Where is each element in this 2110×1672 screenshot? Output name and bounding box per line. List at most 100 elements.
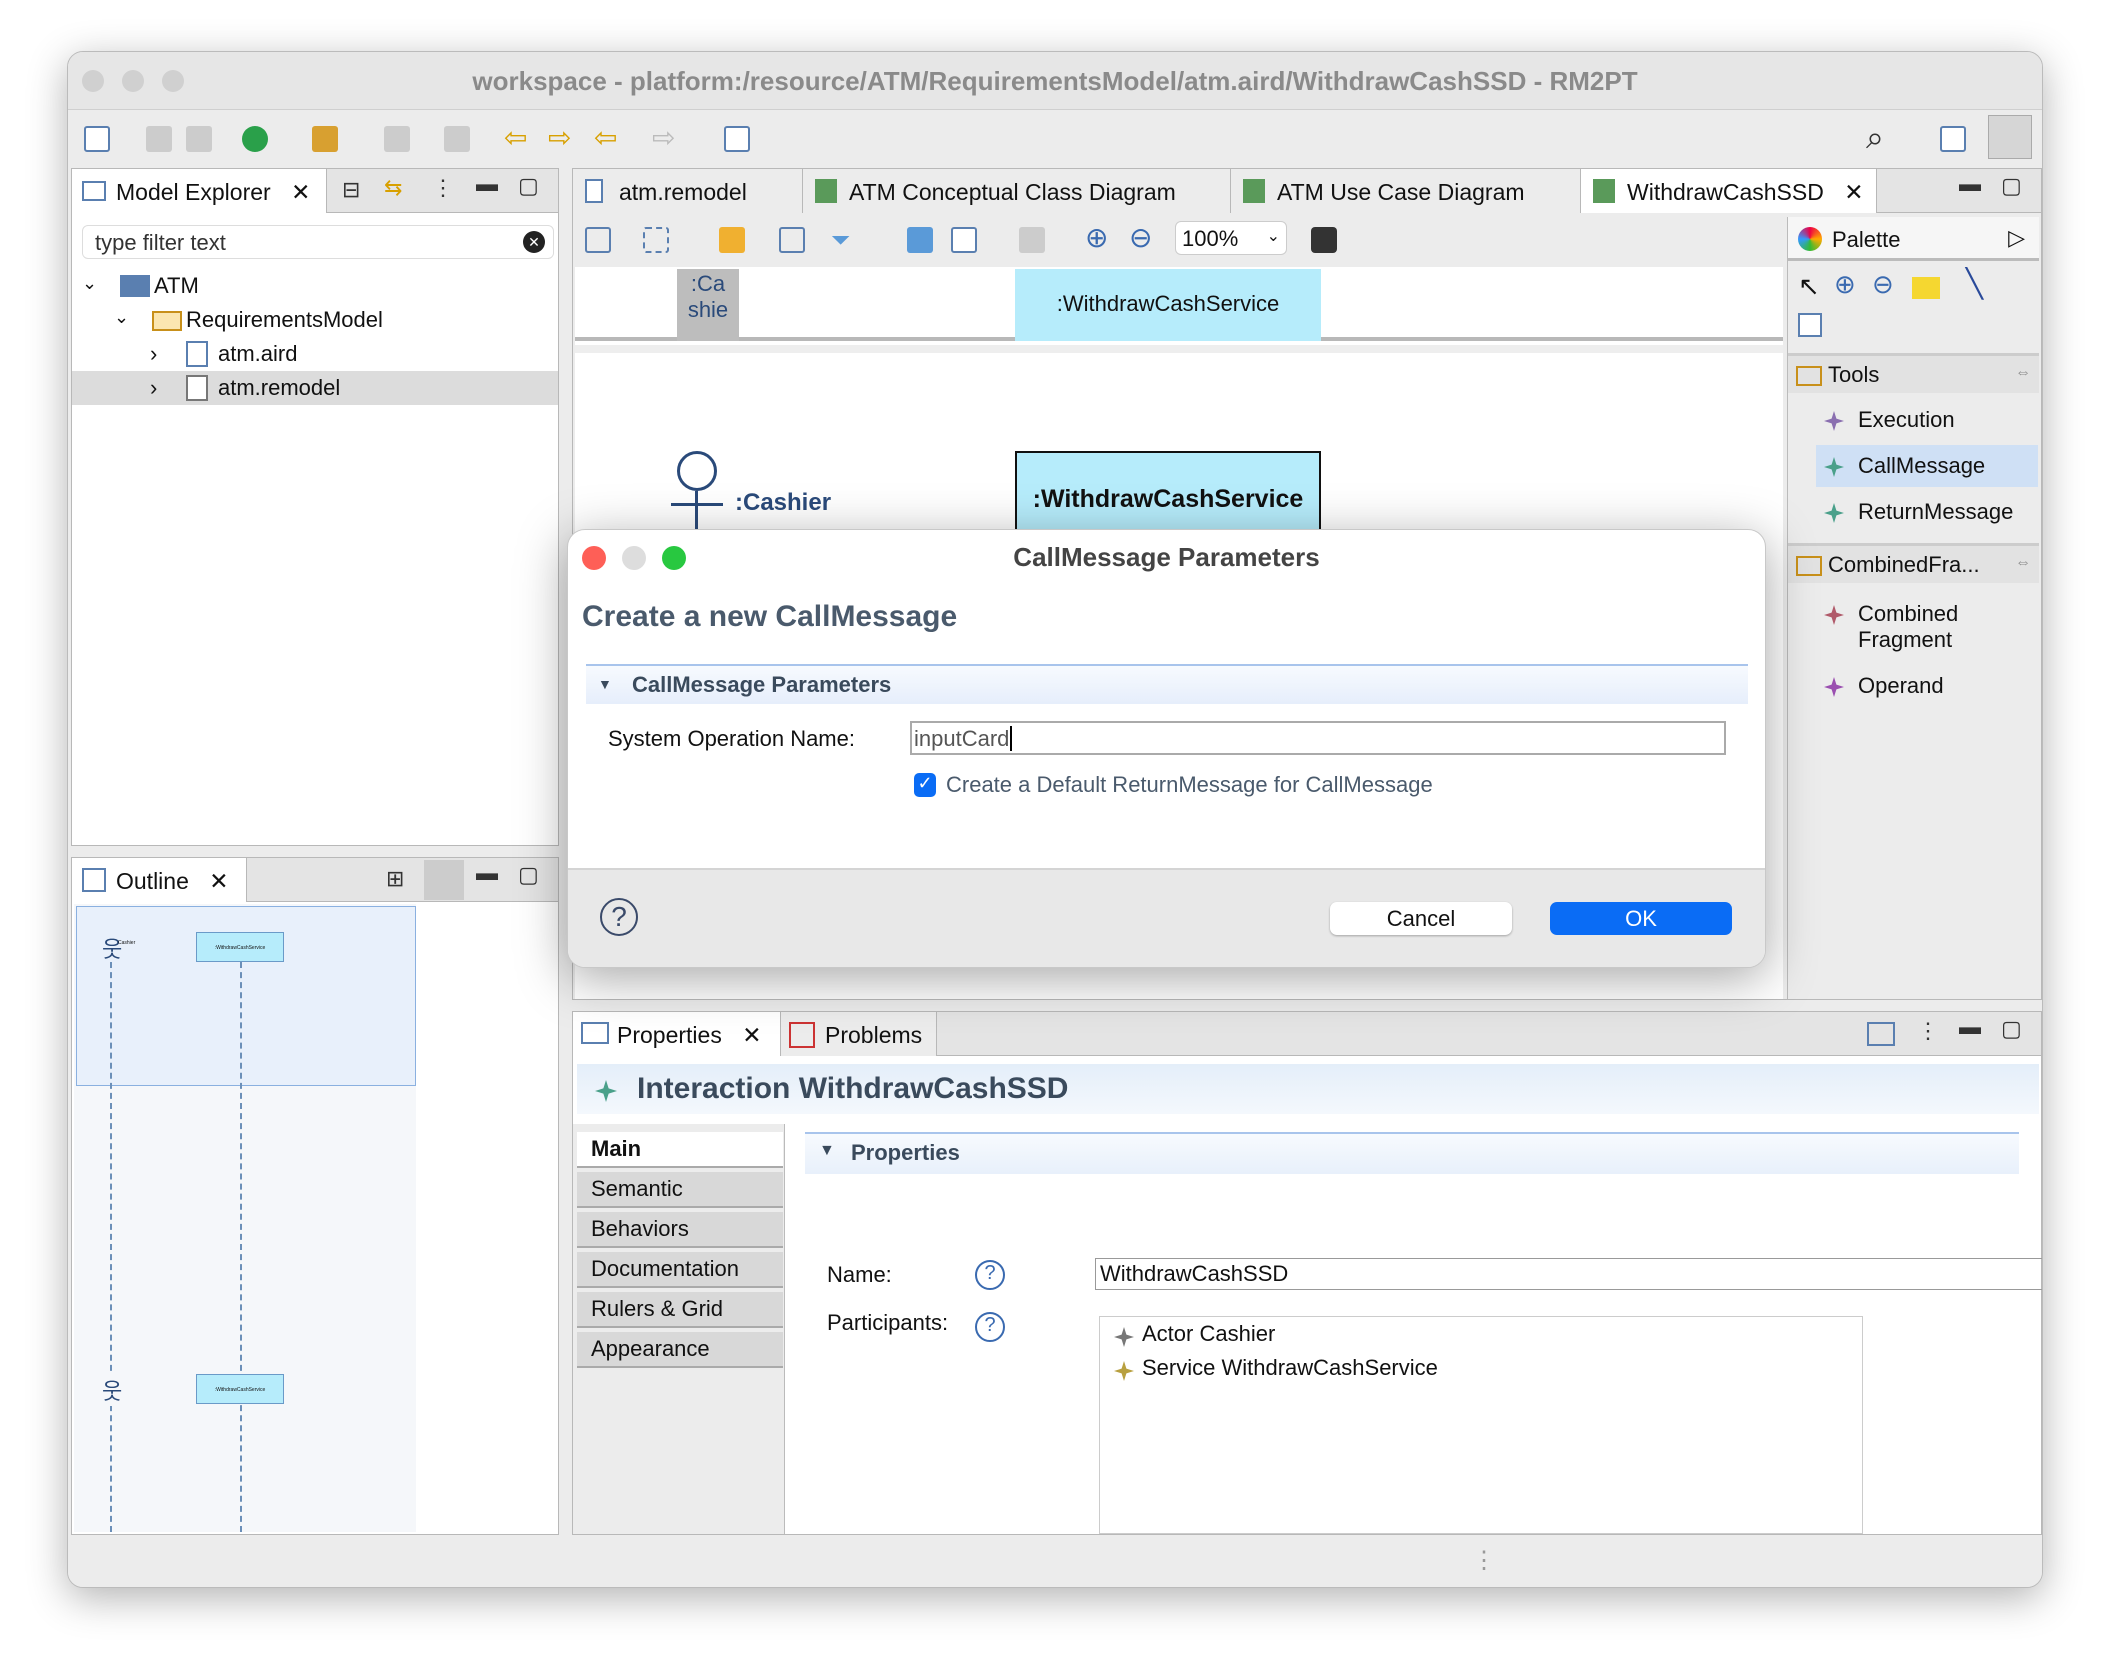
palette-item-combined-fragment[interactable]: Combined Fragment <box>1788 593 2008 653</box>
side-tab-appearance[interactable]: Appearance <box>577 1332 783 1368</box>
zoom-out-tool-icon[interactable]: ⊖ <box>1872 269 1894 300</box>
maximize-icon[interactable]: ▢ <box>518 862 539 888</box>
tab-model-explorer[interactable]: Model Explorer ✕ <box>72 169 327 213</box>
side-tab-documentation[interactable]: Documentation <box>577 1252 783 1288</box>
zoom-in-icon[interactable]: ⊕ <box>1085 221 1108 254</box>
participant-item[interactable]: Service WithdrawCashService <box>1112 1355 1438 1381</box>
collapse-all-icon[interactable]: ⊟ <box>342 177 360 203</box>
export-icon[interactable] <box>444 126 470 152</box>
edit-icon[interactable] <box>951 227 977 253</box>
tab-atm-use-case-diagram[interactable]: ATM Use Case Diagram <box>1231 169 1581 213</box>
back-icon[interactable]: ⇦ <box>504 121 530 153</box>
close-icon[interactable]: ✕ <box>209 868 228 894</box>
palette-group-combinedfragment[interactable]: CombinedFra... ⇔ <box>1788 543 2039 583</box>
close-icon[interactable]: ✕ <box>291 179 310 205</box>
tree-item-atm-aird[interactable]: › atm.aird <box>72 337 558 371</box>
perspective-icon[interactable] <box>1940 126 1966 152</box>
palette-item-operand[interactable]: Operand <box>1788 665 2039 707</box>
ok-button[interactable]: OK <box>1550 902 1732 935</box>
properties-section[interactable]: ▼ Properties <box>805 1132 2019 1174</box>
maximize-icon[interactable]: ▢ <box>2001 173 2022 199</box>
side-tab-semantic[interactable]: Semantic <box>577 1172 783 1208</box>
side-tab-rulers-grid[interactable]: Rulers & Grid <box>577 1292 783 1328</box>
minimize-icon[interactable]: ▬ <box>476 171 498 197</box>
import-icon[interactable] <box>384 126 410 152</box>
filter-icon[interactable]: ⏷ <box>831 227 857 254</box>
palette-item-callmessage[interactable]: CallMessage <box>1816 445 2038 487</box>
help-icon[interactable]: ? <box>975 1312 1005 1342</box>
palette-item-returnmessage[interactable]: ReturnMessage <box>1788 491 2039 533</box>
system-operation-name-input[interactable]: inputCard <box>910 721 1726 755</box>
overview-icon[interactable] <box>424 860 464 900</box>
tree-view-icon[interactable]: ⊞ <box>386 866 404 892</box>
tab-atm-remodel[interactable]: atm.remodel <box>573 169 803 213</box>
cancel-button[interactable]: Cancel <box>1330 902 1512 935</box>
zoom-out-icon[interactable]: ⊖ <box>1129 221 1152 254</box>
arrange-icon[interactable] <box>585 227 611 253</box>
name-input[interactable]: WithdrawCashSSD <box>1095 1258 2042 1290</box>
participants-list[interactable]: Actor Cashier Service WithdrawCashServic… <box>1099 1316 1863 1534</box>
header-actor[interactable]: :Ca shie <box>677 269 739 341</box>
paste-icon[interactable] <box>1019 227 1045 253</box>
view-menu-icon[interactable]: ⋮ <box>1917 1018 1939 1044</box>
nav-forward-icon[interactable]: ⇨ <box>652 121 678 153</box>
note-tool-icon[interactable] <box>1912 277 1940 299</box>
side-tab-behaviors[interactable]: Behaviors <box>577 1212 783 1248</box>
save-icon[interactable] <box>146 126 172 152</box>
pin-icon[interactable]: ⇔ <box>2015 364 2031 382</box>
search-icon[interactable]: ⌕ <box>1866 119 1884 157</box>
tree-item-requirementsmodel[interactable]: ⌄ RequirementsModel <box>72 303 558 337</box>
minimize-icon[interactable]: ▬ <box>1959 1014 1981 1040</box>
pin-view-icon[interactable] <box>1867 1022 1895 1046</box>
open-icon[interactable] <box>724 126 750 152</box>
pointer-tool-icon[interactable]: ↖ <box>1798 271 1820 302</box>
checkbox-label[interactable]: Create a Default ReturnMessage for CallM… <box>946 772 1433 798</box>
maximize-icon[interactable]: ▢ <box>518 173 539 199</box>
palette-group-tools[interactable]: Tools ⇔ <box>1788 353 2039 393</box>
refresh-icon[interactable] <box>719 227 745 253</box>
chevron-down-icon[interactable]: ⌄ <box>82 273 97 294</box>
filter-input[interactable]: type filter text ✕ <box>82 225 554 259</box>
view-menu-icon[interactable]: ⋮ <box>432 175 454 201</box>
layers-icon[interactable] <box>779 227 805 253</box>
select-icon[interactable] <box>643 227 669 253</box>
minimize-icon[interactable]: ▬ <box>1959 171 1981 197</box>
header-service[interactable]: :WithdrawCashService <box>1015 269 1321 341</box>
dialog-section[interactable]: ▼ CallMessage Parameters <box>586 664 1748 704</box>
actor-label[interactable]: :Cashier <box>735 489 831 517</box>
help-icon[interactable]: ? <box>975 1260 1005 1290</box>
representation-link-icon[interactable] <box>1798 313 1822 337</box>
tool-icon[interactable] <box>312 126 338 152</box>
nav-back-icon[interactable]: ⇦ <box>594 121 620 153</box>
link-editor-icon[interactable]: ⇆ <box>384 175 402 201</box>
palette-item-execution[interactable]: Execution <box>1788 399 2039 441</box>
collapse-palette-icon[interactable]: ▷ <box>2008 225 2025 251</box>
zoom-in-tool-icon[interactable]: ⊕ <box>1834 269 1856 300</box>
chevron-right-icon[interactable]: › <box>150 341 157 367</box>
new-icon[interactable] <box>84 126 110 152</box>
clear-filter-icon[interactable]: ✕ <box>523 231 545 253</box>
run-icon[interactable] <box>242 126 268 152</box>
tab-withdrawcashssd[interactable]: WithdrawCashSSD ✕ <box>1581 169 1877 213</box>
camera-icon[interactable] <box>1311 227 1337 253</box>
close-icon[interactable]: ✕ <box>742 1022 761 1048</box>
tab-problems[interactable]: Problems <box>781 1012 937 1056</box>
tab-atm-conceptual-class-diagram[interactable]: ATM Conceptual Class Diagram <box>803 169 1231 213</box>
save-all-icon[interactable] <box>186 126 212 152</box>
note-attachment-icon[interactable]: ╲ <box>1966 267 1983 300</box>
tab-outline[interactable]: Outline ✕ <box>72 858 247 902</box>
help-icon[interactable]: ? <box>600 898 638 936</box>
close-icon[interactable]: ✕ <box>1844 179 1863 205</box>
forward-icon[interactable]: ⇨ <box>548 121 574 153</box>
chevron-right-icon[interactable]: › <box>150 375 157 401</box>
zoom-select[interactable]: 100% ⌄ <box>1175 221 1287 255</box>
tree-item-atm[interactable]: ⌄ ATM <box>72 269 558 303</box>
service-lifeline-box[interactable]: :WithdrawCashService <box>1015 451 1321 541</box>
chevron-down-icon[interactable]: ⌄ <box>114 307 129 328</box>
minimize-icon[interactable]: ▬ <box>476 860 498 886</box>
modeling-perspective-icon[interactable] <box>1988 115 2032 159</box>
export-image-icon[interactable] <box>907 227 933 253</box>
tab-properties[interactable]: Properties ✕ <box>573 1012 781 1056</box>
default-returnmessage-checkbox[interactable]: ✓ <box>914 773 936 797</box>
maximize-icon[interactable]: ▢ <box>2001 1016 2022 1042</box>
